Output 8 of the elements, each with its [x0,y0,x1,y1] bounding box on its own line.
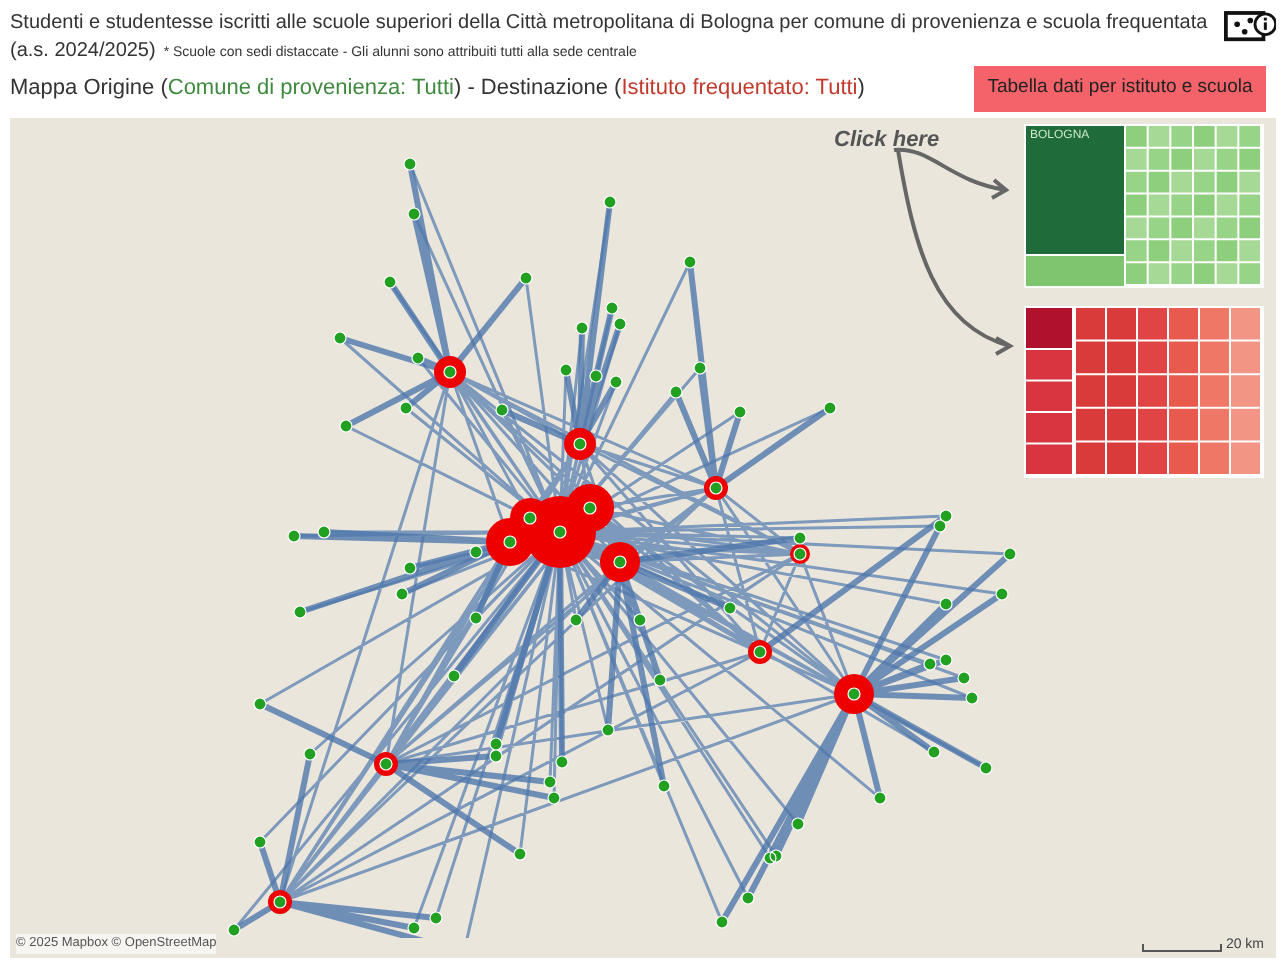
treemap-chart[interactable] [1024,306,1264,478]
school-year-text: (a.s. 2024/2025) [10,38,156,64]
click-here-annotation: Click here [834,126,940,156]
dashboard-title: Studenti e studentesse iscritti alle scuole superiori della Città metropolitana di Bologna per comune di provenienza e scuola frequentata [10,10,1208,38]
scale-bar [1141,944,1222,952]
treemap-chart[interactable] [1024,124,1264,288]
data-table-button[interactable]: Tabella dati per istituto e scuola [974,66,1266,112]
map-subtitle: Mappa Origine (Comune di provenienza: Tutti) - Destinazione (Istituto frequentato: Tutti) [10,74,865,105]
